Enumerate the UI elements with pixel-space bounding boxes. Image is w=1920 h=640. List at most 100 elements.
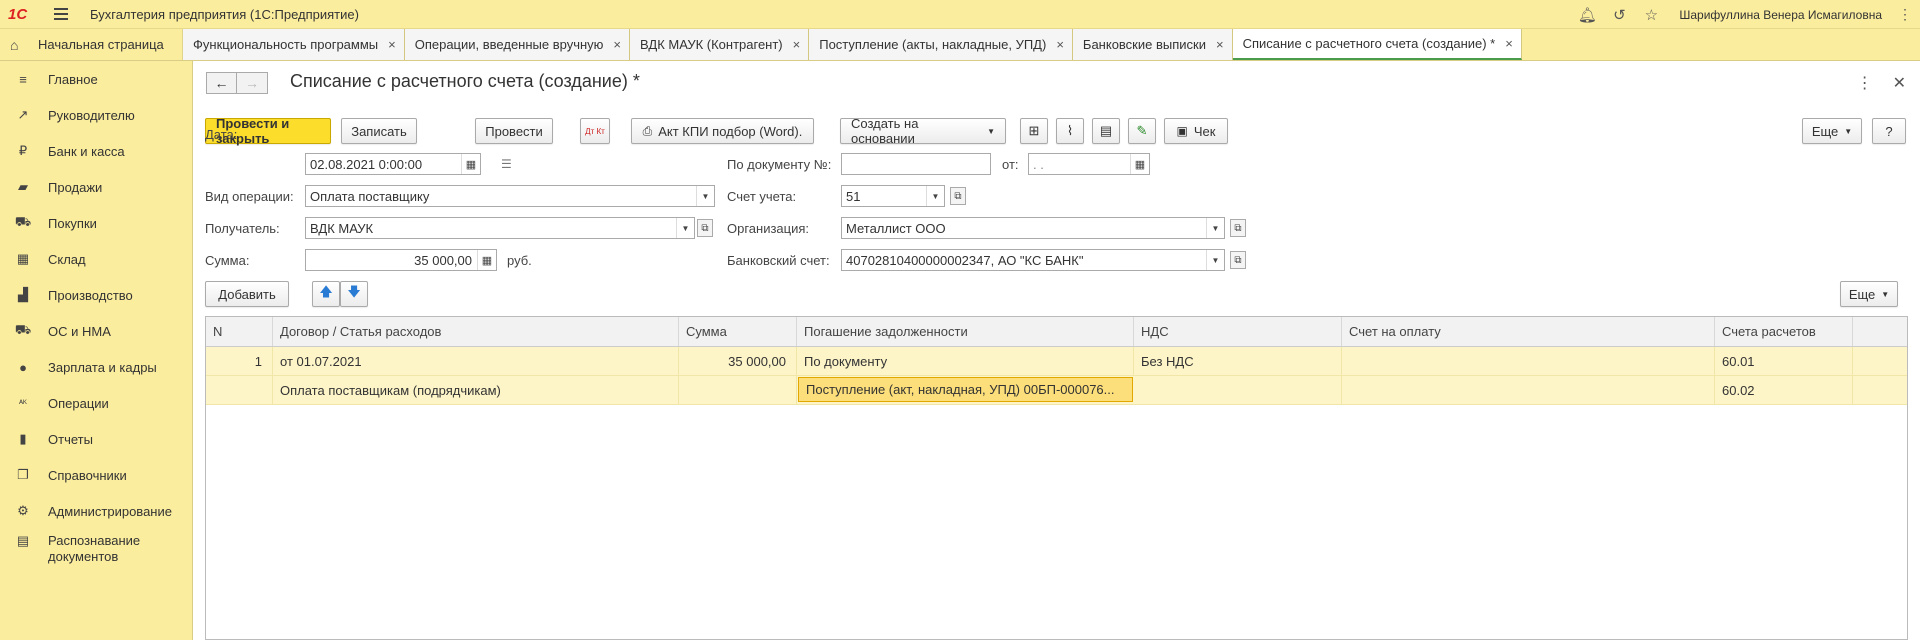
post-button[interactable]: Провести [475, 118, 553, 144]
close-icon[interactable]: ✕ [1893, 73, 1906, 93]
column-header[interactable]: Счет на оплату [1342, 317, 1715, 346]
table-cell[interactable] [1134, 376, 1342, 404]
table-row[interactable]: 1 от 01.07.2021 35 000,00 По документу Б… [206, 347, 1907, 376]
close-icon[interactable]: × [613, 37, 621, 52]
table-cell[interactable]: 1 [206, 347, 273, 375]
sum-field[interactable]: 35 000,00 ▦ [305, 249, 497, 271]
chevron-down-icon[interactable]: ▼ [676, 218, 694, 238]
star-icon[interactable]: ☆ [1641, 5, 1661, 25]
attachment-icon[interactable]: ⌇ [1056, 118, 1084, 144]
report-icon[interactable]: ▤ [1092, 118, 1120, 144]
organization-select[interactable]: Металлист ООО ▼ [841, 217, 1225, 239]
add-row-button[interactable]: Добавить [205, 281, 289, 307]
chevron-down-icon[interactable]: ▼ [696, 186, 714, 206]
notes-icon[interactable]: ☰ [501, 157, 512, 171]
doc-number-field[interactable] [841, 153, 991, 175]
create-based-on-button[interactable]: Создать на основании ▼ [840, 116, 1006, 146]
close-icon[interactable]: × [388, 37, 396, 52]
sidebar-item-administration[interactable]: ⚙ Администрирование [0, 493, 192, 529]
sidebar-item-salary[interactable]: ● Зарплата и кадры [0, 349, 192, 385]
bank-account-select[interactable]: 40702810400000002347, АО "КС БАНК" ▼ [841, 249, 1225, 271]
open-account-icon[interactable]: ⧉ [950, 187, 966, 205]
table-cell[interactable] [1342, 347, 1715, 375]
window-menu-icon[interactable]: ⋮ [1894, 6, 1916, 23]
calculator-icon[interactable]: ▦ [477, 250, 496, 270]
sidebar-item-manager[interactable]: ↗ Руководителю [0, 97, 192, 133]
tab-functionality[interactable]: Функциональность программы × [183, 29, 405, 60]
table-row[interactable]: Оплата поставщикам (подрядчикам) Поступл… [206, 376, 1907, 405]
table-cell[interactable] [679, 376, 797, 404]
structure-icon[interactable]: ⊞ [1020, 118, 1048, 144]
table-cell[interactable]: Без НДС [1134, 347, 1342, 375]
close-icon[interactable]: × [1056, 37, 1064, 52]
tab-receipts[interactable]: Поступление (акты, накладные, УПД) × [809, 29, 1073, 60]
recipient-select[interactable]: ВДК МАУК ▼ [305, 217, 695, 239]
chevron-down-icon[interactable]: ▼ [1206, 250, 1224, 270]
check-button[interactable]: ▣ Чек [1164, 118, 1228, 144]
sidebar-item-sales[interactable]: ▰ Продажи [0, 169, 192, 205]
column-header[interactable]: НДС [1134, 317, 1342, 346]
column-header[interactable]: Погашение задолженности [797, 317, 1134, 346]
chevron-down-icon[interactable]: ▼ [1206, 218, 1224, 238]
main-menu-button[interactable] [50, 3, 72, 25]
column-header[interactable]: Сумма [679, 317, 797, 346]
help-button[interactable]: ? [1872, 118, 1906, 144]
table-cell[interactable]: 60.02 [1715, 376, 1853, 404]
date-field[interactable]: 02.08.2021 0:00:00 ▦ [305, 153, 481, 175]
table-cell[interactable]: от 01.07.2021 [273, 347, 679, 375]
sidebar-item-production[interactable]: ▟ Производство [0, 277, 192, 313]
from-date-field[interactable]: . . ▦ [1028, 153, 1150, 175]
account-select[interactable]: 51 ▼ [841, 185, 945, 207]
tab-write-off[interactable]: Списание с расчетного счета (создание) *… [1232, 29, 1522, 60]
print-act-button[interactable]: ⎙ Акт КПИ подбор (Word). [631, 118, 814, 144]
column-header[interactable]: Договор / Статья расходов [273, 317, 679, 346]
sidebar-item-operations[interactable]: ᴬᴷ Операции [0, 385, 192, 421]
sidebar-item-main[interactable]: ≡ Главное [0, 61, 192, 97]
calendar-icon[interactable]: ▦ [461, 154, 480, 174]
table-cell-selected[interactable]: Поступление (акт, накладная, УПД) 00БП-0… [798, 377, 1133, 402]
table-cell[interactable]: Оплата поставщикам (подрядчикам) [273, 376, 679, 404]
forward-button[interactable]: → [237, 72, 268, 94]
column-header[interactable]: N [206, 317, 273, 346]
open-recipient-icon[interactable]: ⧉ [697, 219, 713, 237]
more-button[interactable]: Еще ▼ [1802, 118, 1862, 144]
tab-manual-operations[interactable]: Операции, введенные вручную × [404, 29, 631, 60]
sidebar-item-purchases[interactable]: ⛟ Покупки [0, 205, 192, 241]
table-more-button[interactable]: Еще ▼ [1840, 281, 1898, 307]
back-button[interactable]: ← [206, 72, 237, 94]
move-up-icon[interactable]: 🡅 [312, 281, 340, 307]
sidebar-item-label: Администрирование [48, 503, 172, 519]
history-icon[interactable]: ↺ [1609, 5, 1629, 25]
tab-home[interactable]: ⌂ Начальная страница [0, 29, 183, 60]
more-actions-icon[interactable]: ⋮ [1857, 73, 1873, 93]
operation-type-select[interactable]: Оплата поставщику ▼ [305, 185, 715, 207]
close-icon[interactable]: × [1216, 37, 1224, 52]
close-icon[interactable]: × [1505, 36, 1513, 51]
sidebar-item-warehouse[interactable]: ▦ Склад [0, 241, 192, 277]
move-down-icon[interactable]: 🡇 [340, 281, 368, 307]
tab-counterparty[interactable]: ВДК МАУК (Контрагент) × [630, 29, 810, 60]
table-cell[interactable]: 60.01 [1715, 347, 1853, 375]
sidebar-item-fixed-assets[interactable]: ⛟ ОС и НМА [0, 313, 192, 349]
edit-pen-icon[interactable]: ✎ [1128, 118, 1156, 144]
table-cell[interactable] [1342, 376, 1715, 404]
calendar-icon[interactable]: ▦ [1130, 154, 1149, 174]
sidebar-item-reports[interactable]: ▮ Отчеты [0, 421, 192, 457]
open-bank-account-icon[interactable]: ⧉ [1230, 251, 1246, 269]
close-icon[interactable]: × [793, 37, 801, 52]
table-cell[interactable]: 35 000,00 [679, 347, 797, 375]
sidebar-item-directories[interactable]: ❐ Справочники [0, 457, 192, 493]
sidebar-item-recognition[interactable]: ▤ Распознавание документов [0, 529, 192, 573]
open-organization-icon[interactable]: ⧉ [1230, 219, 1246, 237]
save-button[interactable]: Записать [341, 118, 417, 144]
chevron-down-icon[interactable]: ▼ [926, 186, 944, 206]
bank-account-value: 40702810400000002347, АО "КС БАНК" [846, 252, 1084, 268]
dt-kt-button[interactable]: Дт Кт [580, 118, 610, 144]
table-cell[interactable] [206, 376, 273, 404]
column-header[interactable]: Счета расчетов [1715, 317, 1853, 346]
sidebar-item-bank[interactable]: ₽ Банк и касса [0, 133, 192, 169]
bell-icon[interactable]: 🔔︎ [1577, 5, 1597, 25]
table-cell[interactable]: По документу [797, 347, 1134, 375]
user-name[interactable]: Шарифуллина Венера Исмагиловна [1679, 8, 1882, 22]
tab-bank-statements[interactable]: Банковские выписки × [1072, 29, 1233, 60]
